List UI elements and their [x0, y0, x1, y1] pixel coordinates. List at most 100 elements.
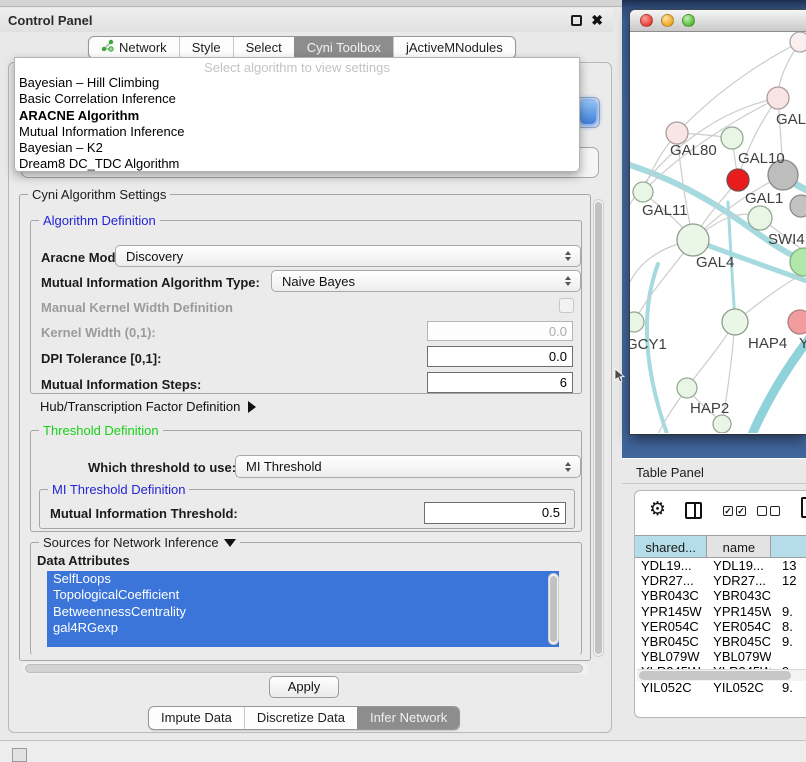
- aracne-mode-combo[interactable]: Discovery: [115, 245, 581, 267]
- table-cell[interactable]: [771, 588, 806, 603]
- attributes-scrollbar[interactable]: [548, 573, 559, 645]
- attribute-item[interactable]: SelfLoops: [47, 571, 559, 587]
- table-row[interactable]: YER054CYER054C8.: [635, 619, 806, 634]
- table-row[interactable]: YBL079WYBL079W: [635, 649, 806, 664]
- column-header[interactable]: name: [707, 536, 771, 557]
- network-canvas[interactable]: GAL GAL80 GAL10 GAL11 GAL1 SWI4 GAL4 GCY…: [630, 32, 806, 433]
- algorithm-option[interactable]: Mutual Information Inference: [15, 124, 579, 140]
- float-window-icon[interactable]: [571, 15, 582, 26]
- table-cell[interactable]: 9.: [771, 604, 806, 619]
- algorithm-option[interactable]: ARACNE Algorithm: [15, 108, 579, 124]
- hub-tf-section-toggle[interactable]: Hub/Transcription Factor Definition: [40, 399, 256, 414]
- node-label: GAL1: [745, 190, 783, 207]
- table-cell[interactable]: 13: [771, 558, 806, 573]
- gear-icon[interactable]: ⚙: [649, 500, 666, 519]
- algorithm-option[interactable]: Dream8 DC_TDC Algorithm: [15, 156, 579, 172]
- attribute-item[interactable]: BetweennessCentrality: [47, 604, 559, 620]
- table-cell[interactable]: YBR045C: [635, 634, 707, 649]
- mi-threshold-group-title: MI Threshold Definition: [48, 482, 189, 497]
- kernel-width-field[interactable]: 0.0: [427, 321, 573, 341]
- table-cell[interactable]: YBR043C: [707, 588, 771, 603]
- mi-threshold-field[interactable]: 0.5: [424, 502, 566, 524]
- tab-jactivemnodules[interactable]: jActiveMNodules: [393, 37, 515, 58]
- column-header[interactable]: shared...: [635, 536, 707, 557]
- mi-steps-field[interactable]: 6: [427, 372, 573, 393]
- attribute-item[interactable]: gal4RGexp: [47, 620, 559, 636]
- sources-group-title: Sources for Network Inference: [39, 535, 240, 550]
- combo-arrows-icon: [560, 462, 576, 472]
- tab-infer-network[interactable]: Infer Network: [357, 707, 459, 729]
- network-node: [633, 182, 653, 202]
- manual-kernel-checkbox[interactable]: [559, 298, 574, 313]
- table-cell[interactable]: YDR27...: [635, 573, 707, 588]
- algorithm-option[interactable]: Bayesian – Hill Climbing: [15, 75, 579, 91]
- settings-horizontal-scrollbar[interactable]: [23, 663, 589, 674]
- column-header[interactable]: [771, 536, 806, 557]
- table-cell[interactable]: YBL079W: [635, 649, 707, 664]
- table-row[interactable]: YPR145WYPR145W9.: [635, 604, 806, 619]
- algorithm-option[interactable]: Bayesian – K2: [15, 140, 579, 156]
- settings-vertical-scrollbar[interactable]: [593, 199, 604, 657]
- mi-threshold-label: Mutual Information Threshold:: [50, 506, 238, 521]
- table-cell[interactable]: 9.: [771, 634, 806, 649]
- table-row[interactable]: YDR27...YDR27...12: [635, 573, 806, 588]
- table-cell[interactable]: YDL19...: [635, 558, 707, 573]
- dpi-tolerance-field[interactable]: 0.0: [427, 346, 573, 367]
- table-cell[interactable]: YER054C: [635, 619, 707, 634]
- table-cell[interactable]: YIL052C: [635, 680, 707, 695]
- network-node: [630, 312, 644, 332]
- table-row[interactable]: YBR045CYBR045C9.: [635, 634, 806, 649]
- combo-arrow-button[interactable]: [580, 101, 596, 124]
- table-row[interactable]: YIL052CYIL052C9.: [635, 680, 806, 695]
- close-icon[interactable]: ✖: [591, 13, 603, 27]
- expanded-arrow-icon[interactable]: [224, 539, 236, 547]
- tab-cyni-toolbox[interactable]: Cyni Toolbox: [294, 37, 393, 58]
- table-cell[interactable]: YPR145W: [635, 604, 707, 619]
- table-row[interactable]: YDL19...YDL19...13: [635, 558, 806, 573]
- table-cell[interactable]: 9.: [771, 680, 806, 695]
- tab-network[interactable]: Network: [89, 37, 179, 58]
- table-cell[interactable]: 12: [771, 573, 806, 588]
- table-cell[interactable]: YBR043C: [635, 588, 707, 603]
- table-row[interactable]: YBR043CYBR043C: [635, 588, 806, 603]
- mi-algorithm-type-combo[interactable]: Naive Bayes: [271, 270, 581, 292]
- algorithm-option[interactable]: Basic Correlation Inference: [15, 91, 579, 107]
- file-icon[interactable]: [801, 497, 806, 518]
- table-cell[interactable]: YER054C: [707, 619, 771, 634]
- table-horizontal-scrollbar[interactable]: [637, 669, 806, 681]
- table-cell[interactable]: YBR045C: [707, 634, 771, 649]
- mi-steps-label: Mutual Information Steps:: [41, 377, 201, 392]
- table-cell[interactable]: YIL052C: [707, 680, 771, 695]
- which-threshold-combo[interactable]: MI Threshold: [235, 455, 581, 478]
- columns-icon[interactable]: [685, 502, 702, 519]
- network-node: [677, 378, 697, 398]
- tab-style[interactable]: Style: [179, 37, 233, 58]
- network-node: [788, 310, 806, 334]
- threshold-definition-title: Threshold Definition: [39, 423, 163, 438]
- attribute-item[interactable]: TopologicalCoefficient: [47, 587, 559, 603]
- network-view-window[interactable]: GAL GAL80 GAL10 GAL11 GAL1 SWI4 GAL4 GCY…: [630, 10, 806, 434]
- data-attributes-list[interactable]: SelfLoopsTopologicalCoefficientBetweenne…: [47, 571, 559, 647]
- partial-corner-icon: [12, 748, 27, 762]
- apply-button[interactable]: Apply: [269, 676, 339, 698]
- table-cell[interactable]: YPR145W: [707, 604, 771, 619]
- table-cell[interactable]: YDL19...: [707, 558, 771, 573]
- table-cell[interactable]: [771, 649, 806, 664]
- table-cell[interactable]: YBL079W: [707, 649, 771, 664]
- deselect-all-icon[interactable]: [757, 506, 780, 516]
- screen: Control Panel ✖ Network Style Select Cyn…: [0, 0, 806, 762]
- table-cell[interactable]: 8.: [771, 619, 806, 634]
- tab-impute-data[interactable]: Impute Data: [149, 707, 244, 729]
- zoom-traffic-light-icon[interactable]: [682, 14, 695, 27]
- tab-discretize-data[interactable]: Discretize Data: [244, 707, 357, 729]
- close-traffic-light-icon[interactable]: [640, 14, 653, 27]
- control-panel-titlebar: Control Panel ✖: [0, 8, 613, 32]
- table-panel: Table Panel ⚙ ✓✓ shared... name YDL19...…: [622, 458, 806, 740]
- select-all-icon[interactable]: ✓✓: [723, 506, 746, 516]
- node-label: GAL80: [670, 142, 717, 159]
- table-cell[interactable]: YDR27...: [707, 573, 771, 588]
- tab-select[interactable]: Select: [233, 37, 294, 58]
- network-node-red: [727, 169, 749, 191]
- mi-threshold-group: MI Threshold Definition Mutual Informati…: [39, 489, 575, 529]
- minimize-traffic-light-icon[interactable]: [661, 14, 674, 27]
